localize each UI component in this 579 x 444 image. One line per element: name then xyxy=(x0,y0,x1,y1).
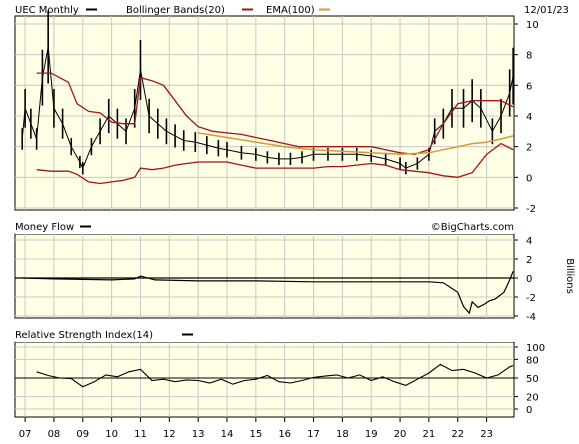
x-tick-label: 07 xyxy=(19,429,32,440)
x-tick-label: 12 xyxy=(163,429,176,440)
y-tick-label: 50 xyxy=(526,374,539,385)
x-tick-label: 13 xyxy=(192,429,205,440)
x-tick-label: 15 xyxy=(249,429,262,440)
x-tick-label: 16 xyxy=(278,429,291,440)
y-tick-label: 4 xyxy=(526,236,532,247)
y-tick-label: 2 xyxy=(526,143,532,154)
y-tick-label: 6 xyxy=(526,81,532,92)
x-tick-label: 19 xyxy=(365,429,378,440)
y-tick-label: 10 xyxy=(526,20,539,31)
legend-label-bollinger: Bollinger Bands(20) xyxy=(126,5,225,16)
y-tick-label: -2 xyxy=(526,204,536,215)
watermark-bigcharts: ©BigCharts.com xyxy=(431,222,514,233)
y-tick-label: -2 xyxy=(526,293,536,304)
x-tick-label: 09 xyxy=(76,429,89,440)
panel-1-frame xyxy=(14,15,515,211)
legend-label-ema: EMA(100) xyxy=(266,5,315,16)
money-flow-title: Money Flow xyxy=(15,222,74,233)
x-tick-label: 08 xyxy=(48,429,61,440)
money-flow-ylabel: Billions xyxy=(564,258,575,294)
x-tick-label: 20 xyxy=(394,429,407,440)
stock-chart: UEC Monthly Bollinger Bands(20) EMA(100) 12… xyxy=(14,5,575,440)
chart-symbol-label: UEC Monthly xyxy=(15,5,79,16)
panel-3-frame xyxy=(14,341,515,418)
y-tick-label: 100 xyxy=(526,343,545,354)
y-tick-label: 8 xyxy=(526,51,532,62)
x-tick-label: 11 xyxy=(134,429,147,440)
rsi-title: Relative Strength Index(14) xyxy=(15,330,153,341)
x-tick-label: 14 xyxy=(221,429,234,440)
y-tick-label: -4 xyxy=(526,312,536,323)
x-tick-label: 23 xyxy=(480,429,493,440)
y-tick-label: 0 xyxy=(526,274,532,285)
x-tick-label: 18 xyxy=(336,429,349,440)
y-tick-label: 0 xyxy=(526,405,532,416)
chart-date-label: 12/01/23 xyxy=(524,5,569,16)
y-tick-label: 0 xyxy=(526,173,532,184)
x-tick-label: 21 xyxy=(423,429,436,440)
y-tick-label: 2 xyxy=(526,255,532,266)
y-tick-label: 80 xyxy=(526,355,539,366)
y-tick-label: 4 xyxy=(526,112,532,123)
panel-2-frame xyxy=(14,233,515,319)
x-tick-label: 10 xyxy=(105,429,118,440)
x-tick-label: 22 xyxy=(451,429,464,440)
x-tick-label: 17 xyxy=(307,429,320,440)
y-tick-label: 20 xyxy=(526,393,539,404)
